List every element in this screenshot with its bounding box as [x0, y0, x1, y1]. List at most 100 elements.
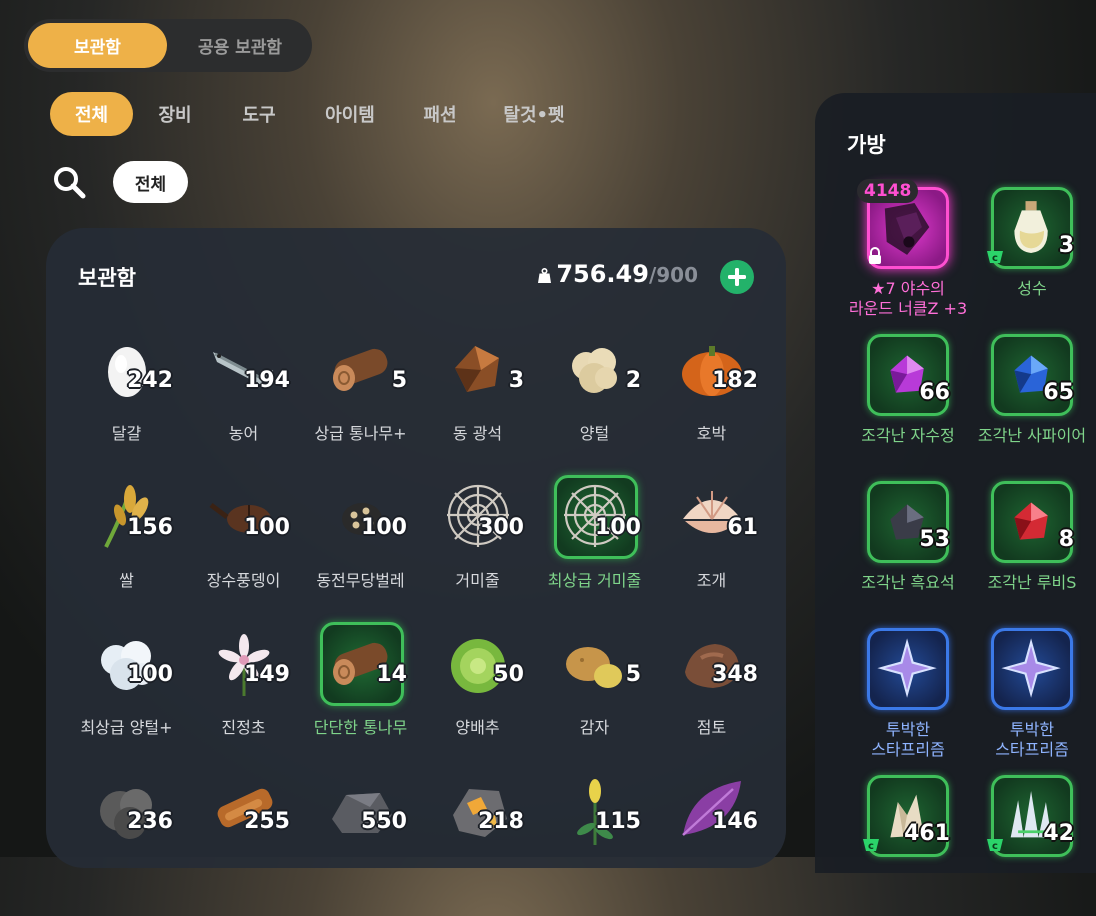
item-quantity: 61	[727, 515, 758, 540]
item-name: 조각난 자수정	[836, 426, 980, 446]
storage-item[interactable]: 300 거미줄	[419, 475, 536, 622]
storage-item[interactable]: 218	[419, 769, 536, 916]
storage-item[interactable]: 100 장수풍뎅이	[185, 475, 302, 622]
bag-title: 가방	[847, 133, 886, 157]
bag-item[interactable]: c 3 성수	[970, 187, 1094, 327]
bag-item[interactable]: 53 조각난 흑요석	[846, 481, 970, 621]
bag-item[interactable]: c 42	[970, 775, 1094, 915]
item-name: 투박한 스타프리즘	[960, 720, 1096, 760]
tradeable-badge-icon: c	[863, 839, 879, 852]
toggle-storage[interactable]: 보관함	[28, 23, 167, 68]
item-quantity: 182	[712, 368, 758, 393]
item-quantity: 3	[508, 368, 524, 393]
item-name-line2: 라운드 너클Z +3	[848, 299, 968, 318]
storage-item[interactable]: 100 최상급 양털+	[68, 622, 185, 769]
item-quantity: 65	[1043, 380, 1074, 405]
item-quantity: 5	[391, 368, 407, 393]
svg-text:c: c	[992, 841, 998, 852]
bag-item[interactable]: 66 조각난 자수정	[846, 334, 970, 474]
tab-tools[interactable]: 도구	[224, 92, 294, 136]
item-frame	[991, 628, 1073, 710]
item-quantity: 156	[127, 515, 173, 540]
item-quantity: 3	[1058, 233, 1074, 258]
storage-item[interactable]: 100 최상급 거미줄	[536, 475, 653, 622]
bag-item[interactable]: 8 조각난 루비S	[970, 481, 1094, 621]
item-name: 조각난 사파이어	[960, 426, 1096, 446]
tab-equipment[interactable]: 장비	[140, 92, 210, 136]
weight-icon	[538, 268, 552, 283]
item-quantity: 218	[478, 809, 524, 834]
bag-item[interactable]: 투박한 스타프리즘	[970, 628, 1094, 768]
bag-item[interactable]: 65 조각난 사파이어	[970, 334, 1094, 474]
tab-fashion[interactable]: 패션	[405, 92, 475, 136]
item-name-line1: 성수	[1017, 279, 1047, 298]
weight-indicator: 756.49/900	[538, 260, 698, 288]
weight-max: /900	[648, 263, 698, 287]
storage-item[interactable]: 348 점토	[653, 622, 770, 769]
toggle-shared-storage[interactable]: 공용 보관함	[174, 23, 306, 68]
item-name: 성수	[960, 279, 1096, 299]
storage-item[interactable]: 3동 광석	[419, 328, 536, 475]
storage-item[interactable]: 61 조개	[653, 475, 770, 622]
storage-item[interactable]: 242 달걀	[68, 328, 185, 475]
item-quantity: 236	[127, 809, 173, 834]
tab-items[interactable]: 아이템	[312, 92, 388, 136]
storage-item[interactable]: 149 진정초	[185, 622, 302, 769]
filter-chip-all[interactable]: 전체	[113, 161, 188, 203]
storage-item[interactable]: 236	[68, 769, 185, 916]
bag-item[interactable]: c 461	[846, 775, 970, 915]
storage-type-toggle: 보관함 공용 보관함	[24, 19, 312, 72]
expand-storage-button[interactable]	[720, 260, 754, 294]
item-name-line1: 투박한	[885, 720, 931, 739]
storage-item[interactable]: 50 양배추	[419, 622, 536, 769]
bag-item[interactable]: 투박한 스타프리즘	[846, 628, 970, 768]
item-frame	[867, 628, 949, 710]
storage-item[interactable]: 2 양털	[536, 328, 653, 475]
item-name-line2: 스타프리즘	[871, 740, 945, 759]
storage-item[interactable]: 194 농어	[185, 328, 302, 475]
item-quantity: 100	[595, 515, 641, 540]
storage-item[interactable]: 550	[302, 769, 419, 916]
storage-item[interactable]: 5 감자	[536, 622, 653, 769]
storage-item[interactable]: 5 상급 통나무+	[302, 328, 419, 475]
item-quantity: 146	[712, 809, 758, 834]
storage-item[interactable]: 255	[185, 769, 302, 916]
star-prism-icon	[877, 638, 937, 698]
item-quantity: 53	[919, 527, 950, 552]
storage-item[interactable]: 182 호박	[653, 328, 770, 475]
tab-all[interactable]: 전체	[50, 92, 133, 136]
item-quantity: 194	[244, 368, 290, 393]
item-name-line1: 투박한	[1009, 720, 1055, 739]
storage-item[interactable]: 115	[536, 769, 653, 916]
lock-icon	[869, 247, 881, 264]
potato-icon	[566, 647, 622, 688]
item-quantity: 42	[1043, 821, 1074, 846]
search-icon[interactable]	[52, 165, 86, 199]
bag-item[interactable]: 4148 ★7 야수의 라운드 너클Z +3	[846, 179, 970, 327]
item-name: 조각난 루비S	[960, 573, 1096, 593]
item-quantity: 50	[493, 662, 524, 687]
tab-mount-pet[interactable]: 탈것•펫	[495, 92, 573, 136]
item-name: 호박	[696, 424, 727, 443]
item-quantity: 66	[919, 380, 950, 405]
item-name-line1: 조각난 루비S	[987, 573, 1077, 592]
item-name-line1: ★7 야수의	[871, 279, 945, 298]
item-quantity: 100	[244, 515, 290, 540]
storage-item[interactable]: 100 동전무당벌레	[302, 475, 419, 622]
item-name-line1: 조각난 사파이어	[977, 426, 1087, 445]
item-quantity: 300	[478, 515, 524, 540]
plus-icon	[728, 268, 746, 286]
item-quantity: 348	[712, 662, 758, 687]
storage-item[interactable]: 14 단단한 통나무	[302, 622, 419, 769]
wool-icon	[572, 348, 617, 393]
storage-item[interactable]: 156 쌀	[68, 475, 185, 622]
log-icon	[333, 348, 388, 391]
item-quantity: 100	[127, 662, 173, 687]
item-quantity: 2	[625, 368, 641, 393]
item-quantity: 115	[595, 809, 641, 834]
item-quantity: 461	[904, 821, 950, 846]
item-quantity: 5	[625, 662, 641, 687]
storage-panel: 보관함 756.49/900 242 달걀 194 농어 5 상급 통나무+ 3 동 광석 2 양…	[46, 228, 786, 868]
storage-item[interactable]: 146	[653, 769, 770, 916]
tradeable-badge-icon: c	[987, 251, 1003, 264]
